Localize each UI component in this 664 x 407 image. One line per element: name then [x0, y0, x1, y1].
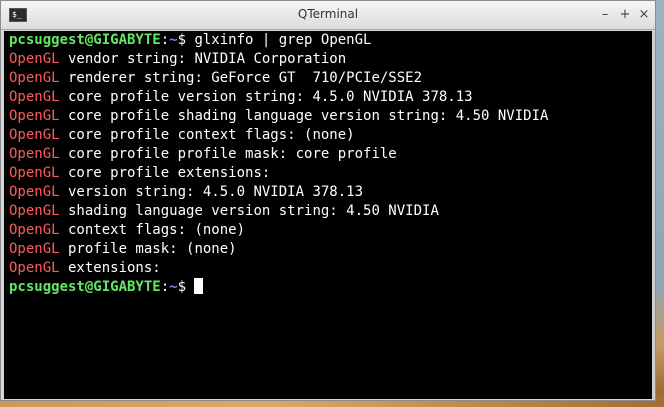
prompt-sign: $ — [177, 279, 195, 295]
output-line: OpenGL shading language version string: … — [9, 202, 652, 221]
output-text: extensions: — [59, 260, 161, 276]
output-text: context flags: (none) — [59, 222, 246, 238]
prompt-user-host: pcsuggest@GIGABYTE — [9, 32, 161, 48]
prompt-user-host: pcsuggest@GIGABYTE — [9, 279, 161, 295]
minimize-button[interactable]: – — [596, 5, 614, 25]
match-word: OpenGL — [9, 260, 60, 276]
output-line: OpenGL context flags: (none) — [9, 221, 652, 240]
output-text: shading language version string: 4.50 NV… — [59, 203, 439, 219]
match-word: OpenGL — [9, 70, 60, 86]
output-text: vendor string: NVIDIA Corporation — [59, 51, 347, 67]
output-text: version string: 4.5.0 NVIDIA 378.13 — [59, 184, 364, 200]
match-word: OpenGL — [9, 203, 60, 219]
prompt-separator: : — [160, 279, 170, 295]
output-line: OpenGL renderer string: GeForce GT 710/P… — [9, 69, 652, 88]
output-line: OpenGL core profile extensions: — [9, 164, 652, 183]
match-word: OpenGL — [9, 241, 60, 257]
output-line: OpenGL profile mask: (none) — [9, 240, 652, 259]
command-line: pcsuggest@GIGABYTE:~$ glxinfo | grep Ope… — [9, 31, 652, 50]
terminal-window[interactable]: $_ QTerminal – + × pcsuggest@GIGABYTE:~$… — [0, 0, 656, 401]
output-text: core profile profile mask: core profile — [59, 146, 397, 162]
command-text: glxinfo | grep OpenGL — [194, 32, 372, 48]
output-text: renderer string: GeForce GT 710/PCIe/SSE… — [59, 70, 423, 86]
window-titlebar[interactable]: $_ QTerminal – + × — [1, 1, 655, 30]
prompt-sign: $ — [177, 32, 195, 48]
output-text: core profile shading language version st… — [59, 108, 549, 124]
prompt-line[interactable]: pcsuggest@GIGABYTE:~$ — [9, 278, 652, 297]
terminal-area[interactable]: pcsuggest@GIGABYTE:~$ glxinfo | grep Ope… — [4, 31, 652, 399]
output-line: OpenGL core profile shading language ver… — [9, 107, 652, 126]
terminal-output: pcsuggest@GIGABYTE:~$ glxinfo | grep Ope… — [9, 31, 652, 297]
output-text: core profile extensions: — [59, 165, 271, 181]
output-line: OpenGL core profile context flags: (none… — [9, 126, 652, 145]
prompt-separator: : — [160, 32, 170, 48]
match-word: OpenGL — [9, 184, 60, 200]
output-text: core profile version string: 4.5.0 NVIDI… — [59, 89, 473, 105]
output-line: OpenGL extensions: — [9, 259, 652, 278]
match-word: OpenGL — [9, 51, 60, 67]
match-word: OpenGL — [9, 146, 60, 162]
window-title: QTerminal — [297, 7, 359, 21]
output-text: profile mask: (none) — [59, 241, 237, 257]
output-text: core profile context flags: (none) — [59, 127, 355, 143]
match-word: OpenGL — [9, 89, 60, 105]
output-line: OpenGL version string: 4.5.0 NVIDIA 378.… — [9, 183, 652, 202]
close-button[interactable]: × — [635, 5, 653, 25]
prompt-path: ~ — [169, 279, 178, 295]
match-word: OpenGL — [9, 165, 60, 181]
match-word: OpenGL — [9, 108, 60, 124]
desktop-background: $_ QTerminal – + × pcsuggest@GIGABYTE:~$… — [0, 0, 664, 407]
maximize-button[interactable]: + — [616, 5, 634, 25]
text-cursor — [194, 278, 204, 294]
match-word: OpenGL — [9, 127, 60, 143]
output-line: OpenGL vendor string: NVIDIA Corporation — [9, 50, 652, 69]
prompt-path: ~ — [169, 32, 178, 48]
match-word: OpenGL — [9, 222, 60, 238]
window-right-border — [652, 31, 655, 399]
output-line: OpenGL core profile version string: 4.5.… — [9, 88, 652, 107]
output-line: OpenGL core profile profile mask: core p… — [9, 145, 652, 164]
